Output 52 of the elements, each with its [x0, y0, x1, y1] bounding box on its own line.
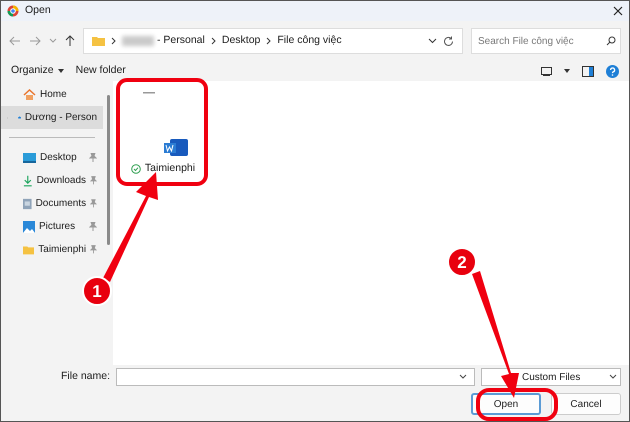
sidebar-item[interactable]: Taimienphi	[1, 238, 103, 261]
up-icon[interactable]	[65, 35, 75, 47]
chevron-right-icon	[266, 37, 272, 45]
caret-icon[interactable]	[564, 69, 570, 73]
pin-icon[interactable]	[89, 153, 97, 162]
forward-icon[interactable]	[29, 36, 41, 46]
sidebar-item[interactable]: Home	[1, 83, 103, 106]
chevron-right-icon	[210, 37, 216, 45]
caret-icon	[58, 69, 64, 73]
field-label: File name:	[61, 369, 110, 384]
desktop-icon	[23, 152, 36, 162]
dialog-button[interactable]: Cancel	[551, 393, 621, 415]
chevron-right-icon	[111, 37, 116, 45]
sidebar-item[interactable]: Dương - Person	[1, 106, 103, 129]
scrollbar-thumb[interactable]	[106, 95, 110, 245]
step-marker: 1	[82, 276, 112, 306]
address-bar[interactable]: - Personal Desktop File công việc	[83, 28, 463, 54]
preview-pane-icon[interactable]	[582, 66, 594, 76]
close-icon[interactable]	[613, 6, 623, 16]
search-field[interactable]: Search File công việc	[471, 28, 621, 54]
back-icon[interactable]	[9, 36, 21, 46]
dialog-button[interactable]: Open	[471, 393, 541, 415]
sidebar-item[interactable]: Downloads	[1, 169, 103, 192]
breadcrumb-item[interactable]: File công việc	[277, 33, 342, 49]
download-icon	[23, 174, 33, 186]
pin-icon[interactable]	[89, 222, 97, 231]
new-folder-button[interactable]: New folder	[76, 63, 126, 79]
step-marker: 2	[447, 247, 477, 277]
folder-icon	[23, 244, 34, 254]
pin-icon[interactable]	[90, 176, 97, 185]
pin-icon[interactable]	[90, 199, 97, 208]
home-icon	[23, 88, 36, 100]
sidebar-item[interactable]: Documents	[1, 192, 103, 215]
document-icon	[23, 198, 32, 210]
view-icon[interactable]	[541, 66, 552, 76]
help-icon[interactable]	[606, 64, 619, 78]
organize-menu[interactable]: Organize	[11, 63, 64, 79]
sidebar-item[interactable]: Desktop	[1, 146, 103, 169]
breadcrumb-item[interactable]: - Personal	[157, 33, 205, 49]
file-name[interactable]: Taimienphi	[144, 161, 196, 177]
file-name-field[interactable]	[116, 368, 475, 386]
pin-icon[interactable]	[90, 245, 97, 254]
window-title: Open	[25, 3, 52, 18]
sidebar-item[interactable]: Pictures	[1, 215, 103, 238]
file-type-dropdown[interactable]: Custom Files	[481, 368, 621, 386]
folder-icon	[92, 36, 105, 46]
breadcrumb-item[interactable]: Desktop	[222, 33, 260, 49]
image-icon	[23, 220, 35, 232]
search-icon[interactable]	[606, 36, 616, 46]
chevron-down-icon[interactable]	[428, 38, 437, 44]
refresh-icon[interactable]	[443, 36, 454, 46]
app-icon	[7, 5, 19, 17]
